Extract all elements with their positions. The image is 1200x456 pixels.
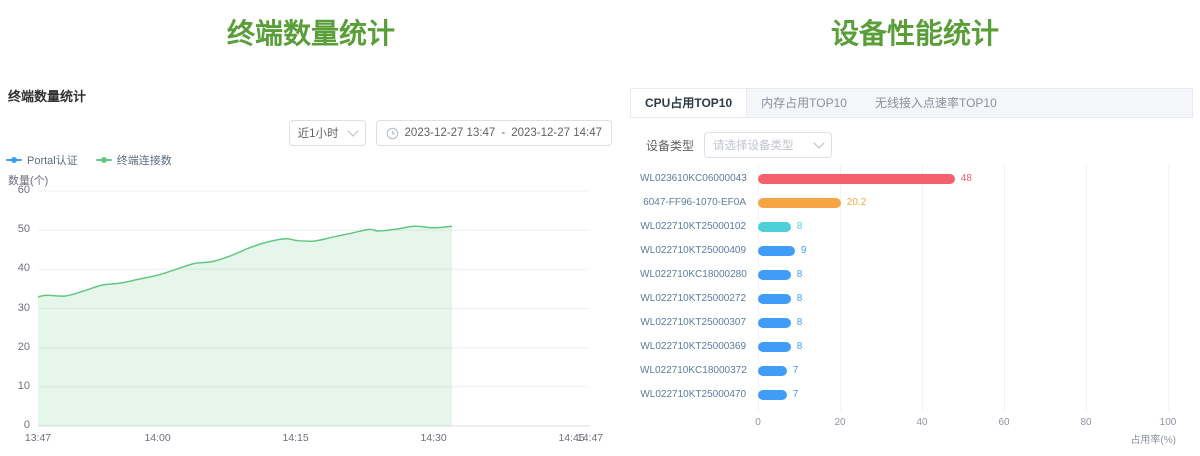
time-range-value: 近1小时 — [298, 125, 339, 141]
bar — [758, 366, 787, 376]
date-range-picker[interactable]: 2023-12-27 13:47 - 2023-12-27 14:47 — [376, 120, 612, 146]
legend-item[interactable]: Portal认证 — [6, 152, 78, 168]
device-performance-panel: CPU占用TOP10内存占用TOP10无线接入点速率TOP10 设备类型 请选择… — [630, 0, 1200, 456]
y-axis-tick: 20 — [4, 341, 30, 353]
device-type-filter: 设备类型 请选择设备类型 — [646, 132, 832, 158]
bar — [758, 222, 791, 232]
x-axis-name: 占用率(%) — [1130, 431, 1176, 446]
date-range-end: 2023-12-27 14:47 — [511, 127, 602, 139]
tab-wireless-rate-top10[interactable]: 无线接入点速率TOP10 — [861, 89, 1011, 117]
y-axis-tick: 50 — [4, 223, 30, 235]
bar-value-label: 48 — [961, 167, 972, 191]
time-range-select[interactable]: 近1小时 — [289, 120, 366, 146]
clock-icon — [386, 127, 399, 140]
tab-bar: CPU占用TOP10内存占用TOP10无线接入点速率TOP10 — [630, 88, 1193, 118]
chart-controls: 近1小时 2023-12-27 13:47 - 2023-12-27 14:47 — [289, 120, 612, 146]
bar-value-label: 8 — [797, 215, 803, 239]
x-axis-tick: 20 — [834, 417, 845, 428]
x-axis-tick: 14:15 — [282, 432, 308, 444]
chevron-down-icon — [347, 125, 358, 136]
bar-value-label: 8 — [797, 335, 803, 359]
date-range-separator: - — [501, 127, 505, 139]
legend-marker-icon — [6, 159, 22, 161]
bar — [758, 270, 791, 280]
bar-row: 6047-FF96-1070-EF0A 20.2 — [640, 191, 1190, 215]
tab-cpu-top10[interactable]: CPU占用TOP10 — [631, 89, 747, 117]
dashboard: 终端数量统计 设备性能统计 终端数量统计 近1小时 2023-12-27 13:… — [0, 0, 1200, 456]
bar — [758, 342, 791, 352]
y-axis-tick: 60 — [4, 184, 30, 196]
device-type-placeholder: 请选择设备类型 — [713, 137, 794, 153]
legend-item[interactable]: 终端连接数 — [96, 152, 172, 168]
x-axis-tick: 14:30 — [420, 432, 446, 444]
y-axis-tick: 10 — [4, 380, 30, 392]
device-name-label: 6047-FF96-1070-EF0A — [640, 191, 746, 215]
x-axis-tick: 13:47 — [25, 432, 51, 444]
area-chart-canvas — [34, 186, 609, 436]
panel-title: 终端数量统计 — [8, 86, 86, 105]
chart-legend: Portal认证 终端连接数 — [6, 152, 172, 168]
tab-memory-top10[interactable]: 内存占用TOP10 — [747, 89, 861, 117]
device-name-label: WL022710KC18000280 — [640, 263, 746, 287]
bar-value-label: 7 — [793, 359, 799, 383]
y-axis-tick: 40 — [4, 262, 30, 274]
device-name-label: WL022710KT25000409 — [640, 239, 746, 263]
device-name-label: WL022710KT25000369 — [640, 335, 746, 359]
bar-row: WL023610KC06000043 48 — [640, 167, 1190, 191]
device-name-label: WL023610KC06000043 — [640, 167, 746, 191]
device-type-select[interactable]: 请选择设备类型 — [704, 132, 832, 158]
device-name-label: WL022710KT25000102 — [640, 215, 746, 239]
device-name-label: WL022710KC18000372 — [640, 359, 746, 383]
bar — [758, 198, 841, 208]
bar-value-label: 20.2 — [847, 191, 866, 215]
y-axis-tick: 0 — [4, 419, 30, 431]
bar-value-label: 9 — [801, 239, 807, 263]
device-name-label: WL022710KT25000307 — [640, 311, 746, 335]
bar-value-label: 8 — [797, 287, 803, 311]
bar-row: WL022710KT25000102 8 — [640, 215, 1190, 239]
bar-value-label: 7 — [793, 383, 799, 407]
bar-row: WL022710KT25000369 8 — [640, 335, 1190, 359]
device-name-label: WL022710KT25000470 — [640, 383, 746, 407]
chevron-down-icon — [813, 137, 824, 148]
terminal-stats-panel: 终端数量统计 近1小时 2023-12-27 13:47 - 2023-12-2… — [0, 0, 622, 456]
date-range-start: 2023-12-27 13:47 — [405, 127, 496, 139]
bar-value-label: 8 — [797, 311, 803, 335]
bar — [758, 246, 795, 256]
bar-row: WL022710KT25000307 8 — [640, 311, 1190, 335]
legend-label: Portal认证 — [27, 152, 78, 168]
bar-row: WL022710KT25000409 9 — [640, 239, 1190, 263]
bar — [758, 174, 955, 184]
bar-row: WL022710KC18000372 7 — [640, 359, 1190, 383]
bar — [758, 318, 791, 328]
legend-label: 终端连接数 — [117, 152, 172, 168]
x-axis-tick: 14:47 — [577, 432, 603, 444]
x-axis-tick: 80 — [1080, 417, 1091, 428]
device-name-label: WL022710KT25000272 — [640, 287, 746, 311]
x-axis-tick: 14:00 — [144, 432, 170, 444]
legend-marker-icon — [96, 159, 112, 161]
x-axis-tick: 40 — [916, 417, 927, 428]
bar-row: WL022710KC18000280 8 — [640, 263, 1190, 287]
bar-value-label: 8 — [797, 263, 803, 287]
terminal-count-area-chart: 010203040506013:4714:0014:1514:3014:4514… — [4, 186, 616, 454]
x-axis-tick: 100 — [1160, 417, 1177, 428]
device-type-label: 设备类型 — [646, 137, 694, 154]
bar-row: WL022710KT25000272 8 — [640, 287, 1190, 311]
bar-row: WL022710KT25000470 7 — [640, 383, 1190, 407]
y-axis-tick: 30 — [4, 302, 30, 314]
bar — [758, 294, 791, 304]
bar — [758, 390, 787, 400]
x-axis-tick: 0 — [755, 417, 761, 428]
x-axis-tick: 60 — [998, 417, 1009, 428]
cpu-usage-bar-chart: WL023610KC06000043 48 6047-FF96-1070-EF0A 2… — [640, 165, 1190, 450]
